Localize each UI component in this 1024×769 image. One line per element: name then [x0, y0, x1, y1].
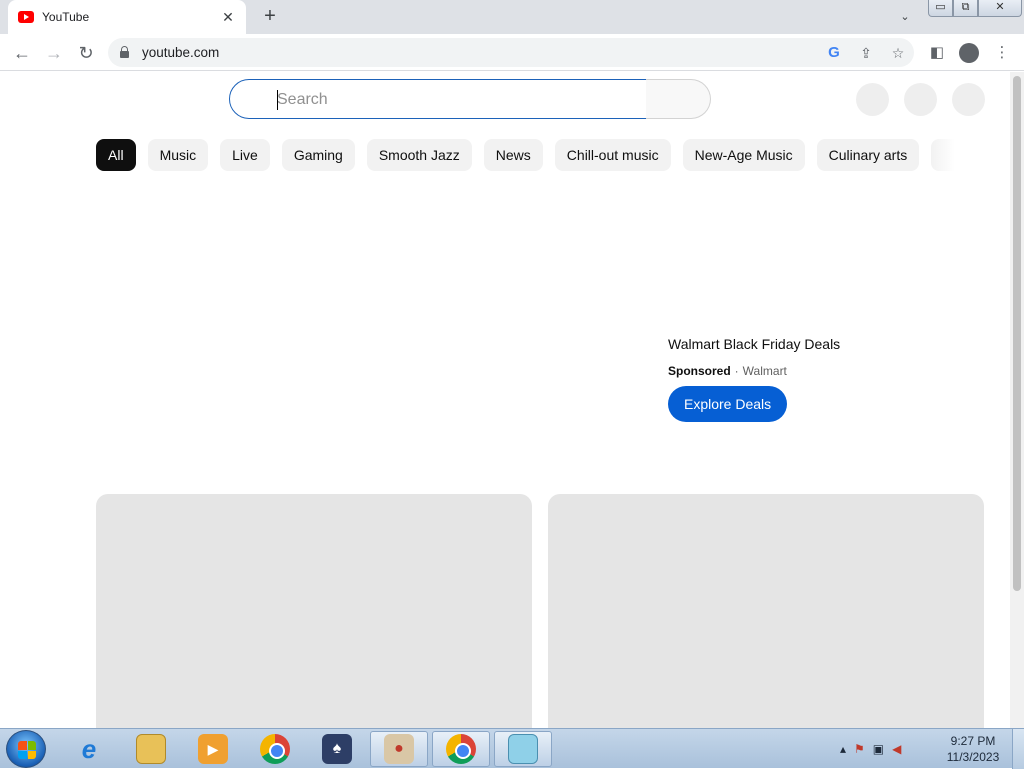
chip-music[interactable]: Music [147, 139, 209, 171]
address-bar[interactable]: youtube.com G ⇪ ☆ [108, 38, 914, 67]
filter-chips: All Music Live Gaming Smooth Jazz News C… [96, 139, 956, 171]
start-button[interactable] [6, 730, 46, 768]
windows-taskbar: e ▶ ♠ ● ▴ ⚑ ▣ ◀ 9:27 PM 11/3/2023 [0, 728, 1024, 769]
url-text[interactable]: youtube.com [142, 45, 219, 60]
maximize-button[interactable]: ⧉ [953, 0, 978, 17]
chip-gaming[interactable]: Gaming [281, 139, 355, 171]
internet-explorer-taskbar-icon[interactable]: e [60, 731, 118, 767]
sponsored-ad: Walmart Black Friday Deals Sponsored · W… [668, 336, 928, 422]
meta-separator: · [734, 364, 739, 378]
media-player-taskbar-icon[interactable]: ▶ [184, 731, 242, 767]
tab-youtube[interactable]: YouTube ✕ [8, 0, 246, 34]
account-avatar-placeholder[interactable] [952, 83, 985, 116]
ie-icon: e [81, 733, 97, 764]
paint-taskbar-icon[interactable]: ● [370, 731, 428, 767]
forward-arrow-icon[interactable]: → [42, 41, 66, 65]
text-caret [277, 90, 278, 110]
chip-live[interactable]: Live [220, 139, 270, 171]
explore-deals-button[interactable]: Explore Deals [668, 386, 788, 422]
volume-muted-icon[interactable]: ◀ [892, 742, 901, 756]
cards-icon: ♠ [322, 734, 352, 764]
ad-advertiser: Walmart [742, 364, 787, 378]
create-icon-placeholder[interactable] [856, 83, 889, 116]
chip-overflow-fade [931, 139, 956, 171]
notifications-icon-placeholder[interactable] [904, 83, 937, 116]
video-thumbnail-placeholder[interactable] [548, 494, 984, 728]
close-window-button[interactable]: ✕ [978, 0, 1022, 17]
clock-date: 11/3/2023 [946, 750, 1000, 764]
page-scrollbar[interactable] [1010, 72, 1024, 728]
chip-all[interactable]: All [96, 139, 136, 171]
new-tab-button[interactable]: + [258, 5, 282, 29]
notepad-taskbar-icon[interactable] [494, 731, 552, 767]
scrollbar-thumb[interactable] [1013, 76, 1021, 591]
tab-close-icon[interactable]: ✕ [220, 9, 236, 26]
browser-menu-icon[interactable]: ⋮ [991, 42, 1013, 64]
reload-icon[interactable]: ↻ [74, 41, 98, 65]
chip-chill-out-music[interactable]: Chill-out music [554, 139, 671, 171]
chrome-taskbar-icon[interactable] [246, 731, 304, 767]
browser-toolbar: ← → ↻ youtube.com G ⇪ ☆ ◧ ⋮ [0, 34, 1024, 71]
search-box[interactable] [229, 79, 647, 119]
youtube-favicon-icon [18, 11, 34, 23]
profile-avatar-icon[interactable] [959, 43, 979, 63]
action-center-flag-icon[interactable]: ⚑ [854, 742, 865, 756]
taskbar-clock[interactable]: 9:27 PM 11/3/2023 [938, 733, 1008, 765]
clock-time: 9:27 PM [950, 734, 996, 748]
tab-search-chevron-icon[interactable]: ⌄ [896, 8, 914, 26]
show-desktop-button[interactable] [1012, 729, 1024, 769]
tab-title: YouTube [42, 10, 90, 24]
video-thumbnail-placeholder[interactable] [96, 494, 532, 728]
folder-icon [136, 734, 166, 764]
window-controls: ▭ ⧉ ✕ [928, 0, 1022, 18]
lock-icon[interactable] [120, 46, 129, 58]
minimize-button[interactable]: ▭ [928, 0, 953, 17]
chrome-icon [446, 734, 476, 764]
bookmark-star-icon[interactable]: ☆ [888, 43, 908, 63]
tray-overflow-icon[interactable]: ▴ [840, 742, 846, 756]
chip-culinary-arts[interactable]: Culinary arts [816, 139, 920, 171]
system-tray: ▴ ⚑ ▣ ◀ [840, 729, 901, 769]
browser-tab-strip: YouTube ✕ + ⌄ ▭ ⧉ ✕ [0, 0, 1024, 34]
chrome-icon [260, 734, 290, 764]
google-lens-icon[interactable]: G [824, 43, 844, 63]
file-explorer-taskbar-icon[interactable] [122, 731, 180, 767]
media-play-icon: ▶ [198, 734, 228, 764]
share-icon[interactable]: ⇪ [856, 43, 876, 63]
back-arrow-icon[interactable]: ← [10, 41, 34, 65]
search-input[interactable] [277, 89, 617, 111]
chip-smooth-jazz[interactable]: Smooth Jazz [366, 139, 472, 171]
ad-meta: Sponsored · Walmart [668, 364, 928, 378]
solitaire-taskbar-icon[interactable]: ♠ [308, 731, 366, 767]
sponsored-label: Sponsored [668, 364, 731, 378]
network-icon[interactable]: ▣ [873, 742, 884, 756]
ad-title[interactable]: Walmart Black Friday Deals [668, 336, 928, 352]
windows-logo-icon [18, 741, 36, 759]
youtube-page: All Music Live Gaming Smooth Jazz News C… [0, 72, 1010, 728]
search-button[interactable] [646, 79, 711, 119]
chip-new-age-music[interactable]: New-Age Music [682, 139, 805, 171]
side-panel-icon[interactable]: ◧ [926, 42, 948, 64]
chip-news[interactable]: News [483, 139, 543, 171]
palette-icon: ● [384, 734, 414, 764]
chrome-active-taskbar-icon[interactable] [432, 731, 490, 767]
notepad-icon [508, 734, 538, 764]
